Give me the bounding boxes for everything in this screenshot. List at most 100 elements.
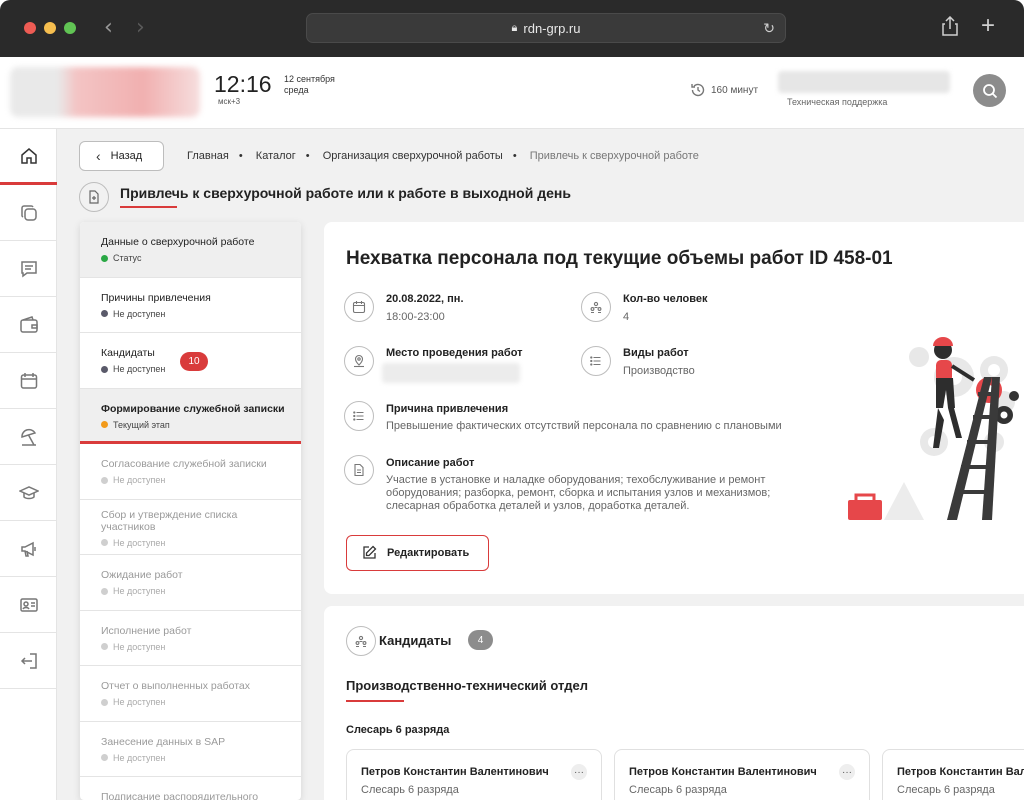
step-status: Не доступен — [101, 642, 301, 652]
search-icon — [982, 83, 997, 98]
step-status-label: Не доступен — [113, 364, 166, 374]
step-status: Не доступен — [101, 538, 301, 548]
request-card: Нехватка персонала под текущие объемы ра… — [324, 222, 1024, 594]
breadcrumb-home[interactable]: Главная — [187, 150, 229, 162]
breadcrumb-current: Привлечь к сверхурочной работе — [529, 150, 699, 162]
step-item[interactable]: Сбор и утверждение списка участников Не … — [80, 500, 301, 555]
search-button[interactable] — [973, 74, 1006, 107]
step-item[interactable]: Исполнение работ Не доступен — [80, 611, 301, 666]
wallet-icon — [19, 315, 38, 333]
status-dot — [101, 476, 108, 484]
minimize-window-button[interactable] — [44, 22, 56, 34]
step-item[interactable]: Ожидание работ Не доступен — [80, 555, 301, 611]
steps-list: Данные о сверхурочной работе Статус Прич… — [80, 222, 301, 800]
candidate-role: Слесарь 6 разряда — [897, 784, 995, 796]
breadcrumb-overtime-org[interactable]: Организация сверхурочной работы — [323, 150, 503, 162]
id-card-icon — [19, 597, 38, 612]
sidebar-item-calendar[interactable] — [0, 353, 57, 409]
sidebar-item-chat[interactable] — [0, 241, 57, 297]
lock-icon: 🔒︎ — [511, 21, 518, 34]
sidebar-item-news[interactable] — [0, 521, 57, 577]
step-status: Не доступен — [101, 753, 301, 763]
step-status: Не доступен — [101, 697, 301, 707]
step-item[interactable]: Отчет о выполненных работах Не доступен — [80, 666, 301, 722]
step-item[interactable]: Согласование служебной записки Не доступ… — [80, 444, 301, 500]
browser-forward-icon[interactable]: › — [136, 15, 145, 40]
status-dot — [101, 754, 108, 761]
sidebar-item-home[interactable] — [0, 129, 57, 185]
sidebar-item-logout[interactable] — [0, 633, 57, 689]
minutes-counter: 160 минут — [711, 85, 759, 96]
step-item[interactable]: Подписание распорядительного — [80, 777, 301, 800]
role-group-title: Слесарь 6 разряда — [346, 724, 450, 736]
browser-back-icon[interactable]: ‹ — [104, 15, 113, 40]
candidates-count-badge: 10 — [180, 352, 208, 371]
breadcrumb: Главная • Каталог • Организация сверхурочн… — [187, 150, 705, 162]
step-status-label: Не доступен — [113, 752, 166, 763]
clock-date-weekday: среда — [284, 85, 309, 95]
candidates-section: Кандидаты 4 Производственно-технический … — [324, 606, 1024, 800]
calendar-icon — [20, 372, 37, 389]
candidate-role: Слесарь 6 разряда — [629, 784, 727, 796]
umbrella-icon — [20, 428, 36, 446]
work-time: 18:00-23:00 — [386, 311, 445, 323]
step-status-label: Текущий этап — [113, 419, 170, 430]
step-status: Статус — [101, 253, 301, 263]
step-title: Ожидание работ — [101, 569, 183, 581]
sidebar-item-profile[interactable] — [0, 577, 57, 633]
work-type-value: Производство — [623, 365, 695, 377]
work-date: 20.08.2022, пн. — [386, 293, 464, 305]
breadcrumb-catalog[interactable]: Каталог — [256, 150, 296, 162]
step-item[interactable]: Причины привлечения Не доступен — [80, 278, 301, 333]
list-icon — [581, 346, 611, 376]
candidate-name: Петров Константин Валентинович — [629, 766, 817, 778]
description-line: слесарная обработка деталей и узлов, дор… — [386, 500, 690, 512]
reload-icon[interactable]: ↻ — [763, 20, 775, 37]
step-status-label: Не доступен — [113, 475, 166, 485]
sidebar-item-vacation[interactable] — [0, 409, 57, 465]
company-logo[interactable] — [10, 67, 200, 117]
edit-button-label: Редактировать — [387, 547, 470, 559]
sidebar-item-copy[interactable] — [0, 185, 57, 241]
edit-icon — [363, 545, 377, 559]
new-tab-icon[interactable]: + — [981, 12, 995, 40]
status-dot — [101, 539, 108, 546]
step-title: Занесение данных в SAP — [101, 735, 226, 748]
candidate-card[interactable]: Петров Константин Валентинович Слесарь 6… — [614, 749, 870, 800]
candidates-count-badge: 4 — [468, 630, 493, 650]
candidate-card[interactable]: Петров Константин Валентинович Слесарь 6… — [882, 749, 1024, 800]
back-button[interactable]: ‹ Назад — [79, 141, 164, 171]
status-dot — [101, 643, 108, 650]
breadcrumb-separator: • — [305, 150, 310, 162]
more-options-icon[interactable]: ··· — [571, 764, 587, 780]
step-title: Подписание распорядительного — [101, 791, 259, 800]
candidate-card[interactable]: Петров Константин Валентинович Слесарь 6… — [346, 749, 602, 800]
candidate-name: Петров Константин Валентинович — [361, 766, 549, 778]
sidebar-item-wallet[interactable] — [0, 297, 57, 353]
user-profile[interactable] — [778, 71, 950, 93]
close-window-button[interactable] — [24, 22, 36, 34]
edit-button[interactable]: Редактировать — [346, 535, 489, 571]
breadcrumb-separator: • — [238, 150, 243, 162]
history-icon — [690, 82, 706, 102]
status-dot — [101, 587, 108, 595]
breadcrumb-separator: • — [512, 150, 517, 162]
maximize-window-button[interactable] — [64, 22, 76, 34]
step-item-current[interactable]: Формирование служебной записки Текущий э… — [80, 388, 301, 444]
step-item[interactable]: Занесение данных в SAP Не доступен — [80, 722, 301, 777]
step-title: Отчет о выполненных работах — [101, 680, 250, 692]
address-bar[interactable]: 🔒︎ rdn-grp.ru ↻ — [306, 13, 786, 43]
more-options-icon[interactable]: ··· — [839, 764, 855, 780]
status-dot — [101, 421, 108, 428]
support-link[interactable]: Техническая поддержка — [787, 97, 887, 107]
share-icon[interactable] — [941, 15, 959, 42]
sidebar-item-education[interactable] — [0, 465, 57, 521]
step-item[interactable]: Данные о сверхурочной работе Статус — [80, 222, 301, 278]
step-status: Не доступен — [101, 309, 301, 319]
step-item[interactable]: Кандидаты Не доступен 10 — [80, 333, 301, 389]
clock-time: 12:16 — [214, 71, 272, 97]
status-dot — [101, 310, 108, 317]
work-type-label: Виды работ — [623, 347, 689, 359]
step-status-label: Статус — [113, 253, 142, 263]
department-underline — [346, 700, 404, 702]
